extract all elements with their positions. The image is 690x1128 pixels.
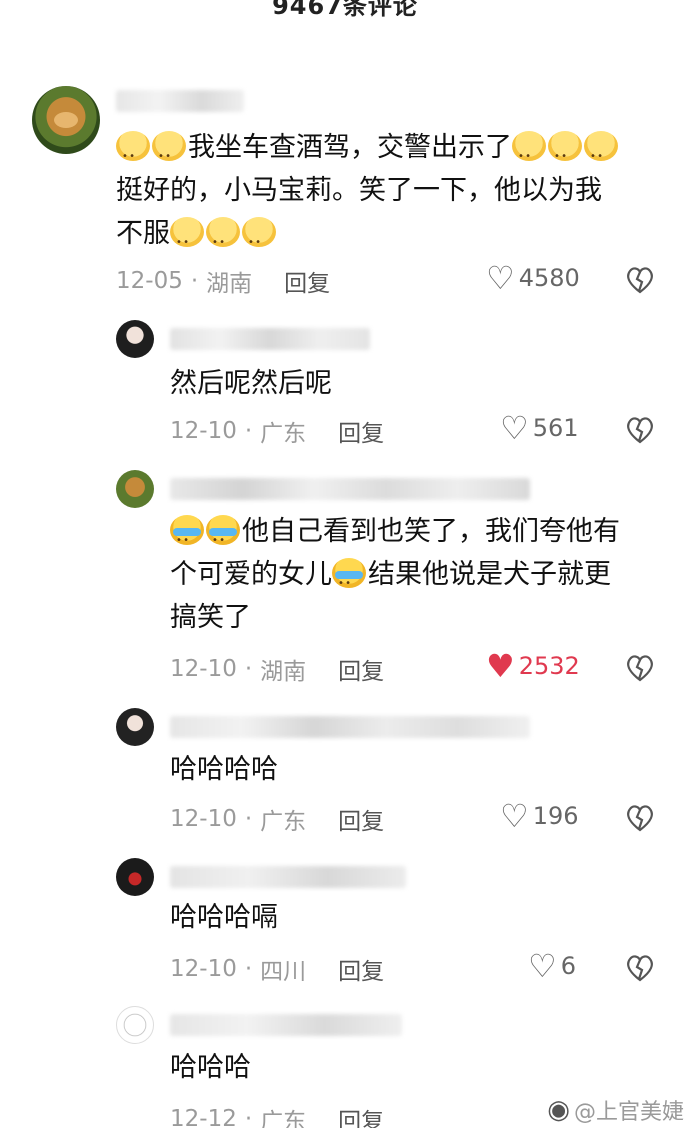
weibo-watermark: ◉ @上官美婕	[547, 1094, 684, 1126]
like-count: 2532	[518, 652, 580, 680]
comment-location: 广东	[260, 809, 307, 835]
comment-location: 广东	[260, 421, 307, 447]
avatar[interactable]	[116, 470, 154, 508]
like-count: 4580	[518, 264, 580, 292]
comment-text: 然后呢然后呢	[170, 368, 332, 399]
laugh-cry-emoji-icon	[242, 217, 276, 264]
comment-meta: 12-12 · 广东 回复	[170, 1102, 384, 1128]
like-button[interactable]: ♡ 196	[500, 800, 579, 832]
comment-date: 12-10	[170, 418, 237, 444]
like-count: 561	[532, 414, 579, 442]
laugh-cry-emoji-icon	[170, 217, 204, 264]
weibo-logo-icon: ◉	[547, 1095, 570, 1125]
crying-laughing-emoji-icon	[170, 515, 204, 562]
username-blurred[interactable]	[170, 716, 530, 738]
laugh-cry-emoji-icon	[512, 131, 546, 178]
reply-button[interactable]: 回复	[338, 652, 384, 686]
like-button[interactable]: ♥ 2532	[486, 650, 580, 682]
reply-button[interactable]: 回复	[338, 1102, 384, 1128]
like-count: 6	[560, 952, 576, 980]
comment-text: 哈哈哈	[170, 1052, 251, 1083]
avatar[interactable]	[116, 858, 154, 896]
comment-meta: 12-05 · 湖南 回复	[116, 264, 330, 298]
username-blurred[interactable]	[116, 90, 244, 112]
comment-location: 湖南	[260, 659, 307, 685]
broken-heart-icon[interactable]	[624, 264, 656, 296]
comment-count-title: 9467条评论	[272, 0, 418, 20]
heart-filled-icon: ♥	[486, 647, 515, 685]
laugh-cry-emoji-icon	[206, 217, 240, 264]
heart-icon: ♡	[500, 797, 529, 835]
crying-laughing-emoji-icon	[332, 558, 366, 605]
heart-icon: ♡	[500, 409, 529, 447]
comment-date: 12-10	[170, 956, 237, 982]
like-button[interactable]: ♡ 6	[528, 950, 576, 982]
comment-meta: 12-10 · 湖南 回复	[170, 652, 384, 686]
username-blurred[interactable]	[170, 866, 406, 888]
like-button[interactable]: ♡ 561	[500, 412, 579, 444]
comment-location: 湖南	[206, 271, 253, 297]
username-blurred[interactable]	[170, 478, 530, 500]
laugh-cry-emoji-icon	[584, 131, 618, 178]
avatar[interactable]	[116, 1006, 154, 1044]
comment-date: 12-10	[170, 656, 237, 682]
reply-button[interactable]: 回复	[284, 264, 330, 298]
like-button[interactable]: ♡ 4580	[486, 262, 580, 294]
username-blurred[interactable]	[170, 1014, 402, 1036]
like-count: 196	[532, 802, 579, 830]
comment-text: 哈哈哈嗝	[170, 902, 278, 933]
comment-date: 12-12	[170, 1106, 237, 1128]
comment-text: 哈哈哈哈	[170, 754, 278, 785]
comment-location: 四川	[260, 959, 307, 985]
avatar[interactable]	[116, 320, 154, 358]
comment-meta: 12-10 · 广东 回复	[170, 414, 384, 448]
heart-icon: ♡	[528, 947, 557, 985]
comment-meta: 12-10 · 四川 回复	[170, 952, 384, 986]
laugh-cry-emoji-icon	[548, 131, 582, 178]
broken-heart-icon[interactable]	[624, 802, 656, 834]
avatar[interactable]	[32, 86, 100, 154]
avatar[interactable]	[116, 708, 154, 746]
laugh-cry-emoji-icon	[152, 131, 186, 178]
comment-meta: 12-10 · 广东 回复	[170, 802, 384, 836]
comment-location: 广东	[260, 1109, 307, 1128]
laugh-cry-emoji-icon	[116, 131, 150, 178]
comment-date: 12-05	[116, 268, 183, 294]
broken-heart-icon[interactable]	[624, 414, 656, 446]
watermark-text: @上官美婕	[573, 1100, 684, 1125]
heart-icon: ♡	[486, 259, 515, 297]
broken-heart-icon[interactable]	[624, 952, 656, 984]
reply-button[interactable]: 回复	[338, 952, 384, 986]
crying-laughing-emoji-icon	[206, 515, 240, 562]
comment-text: 我坐车查酒驾，交警出示了 挺好的，小马宝莉。笑了一下，他以为我 不服	[116, 126, 656, 264]
comment-date: 12-10	[170, 806, 237, 832]
username-blurred[interactable]	[170, 328, 370, 350]
comment-text: 他自己看到也笑了，我们夸他有 个可爱的女儿结果他说是犬子就更 搞笑了	[170, 510, 660, 639]
reply-button[interactable]: 回复	[338, 414, 384, 448]
reply-button[interactable]: 回复	[338, 802, 384, 836]
broken-heart-icon[interactable]	[624, 652, 656, 684]
